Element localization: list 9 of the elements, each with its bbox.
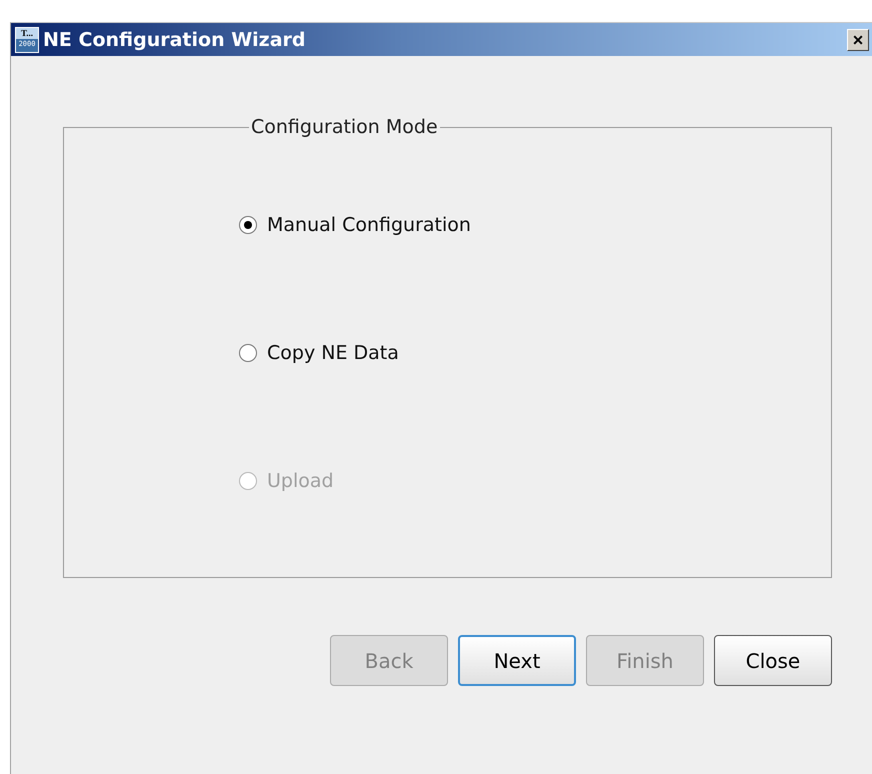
wizard-button[interactable]: Next <box>458 635 576 686</box>
group-title: Configuration Mode <box>250 116 439 138</box>
radio-option[interactable]: Manual Configuration <box>239 214 471 236</box>
radio-option[interactable]: Copy NE Data <box>239 342 399 364</box>
wizard-button[interactable]: Close <box>714 635 832 686</box>
radio-icon[interactable] <box>239 216 257 234</box>
radio-icon[interactable] <box>239 344 257 362</box>
close-button[interactable]: × <box>847 28 869 50</box>
window-title: NE Configuration Wizard <box>43 28 307 50</box>
